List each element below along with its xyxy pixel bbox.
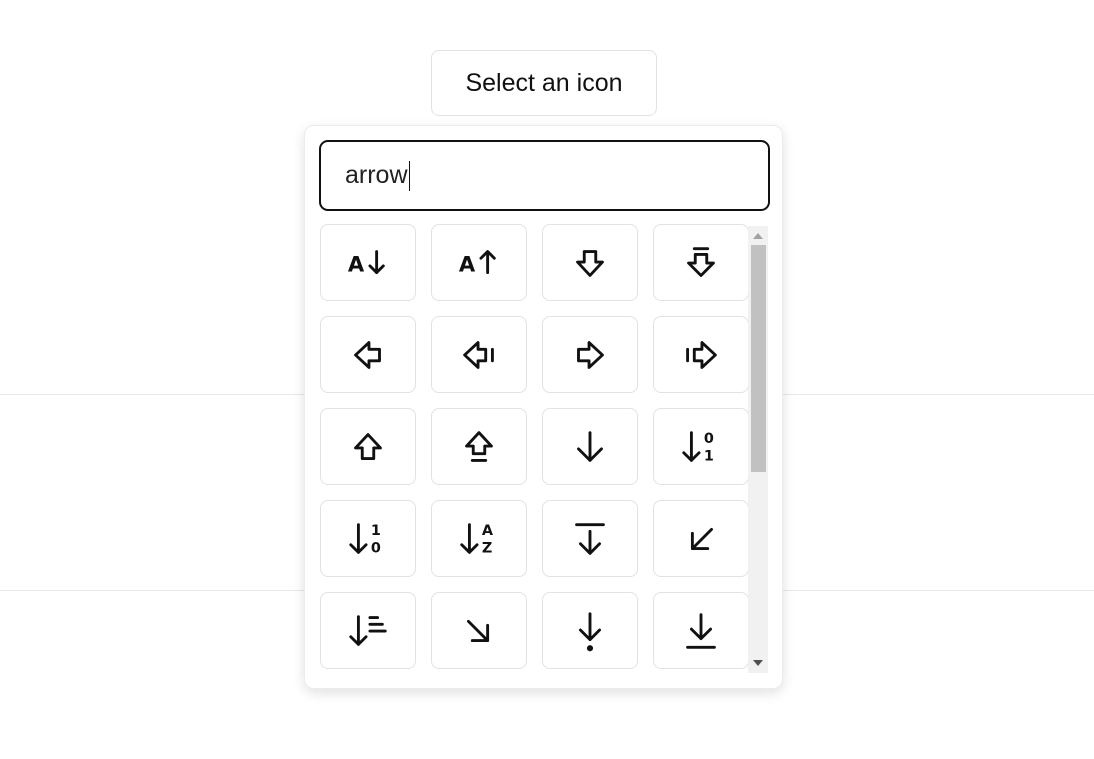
scrollbar-thumb[interactable]	[751, 245, 766, 472]
arrow-down-to-dot-icon-option[interactable]	[542, 592, 638, 669]
icon-grid: A A 0 1 1 0 A Z	[320, 224, 748, 671]
arrow-big-left-icon	[354, 340, 381, 369]
arrow-big-right-icon-option[interactable]	[542, 316, 638, 393]
arrow-big-right-icon	[577, 340, 604, 369]
arrow-big-up-line-icon	[465, 430, 493, 462]
letter-a: A	[459, 251, 476, 276]
arrow-down-a-z-icon-option[interactable]: A Z	[431, 500, 527, 577]
arrow-big-left-icon-option[interactable]	[320, 316, 416, 393]
arrow-big-down-icon-option[interactable]	[542, 224, 638, 301]
arrow-big-down-icon	[576, 249, 604, 277]
arrow-big-right-line-icon-option[interactable]	[653, 316, 748, 393]
search-input-value: arrow	[345, 161, 408, 189]
arrow-big-up-icon	[354, 432, 382, 460]
arrow-down-wide-narrow-icon	[349, 614, 387, 646]
arrow-big-down-line-icon	[687, 246, 715, 277]
arrow-big-left-line-icon	[463, 340, 494, 369]
digit-one: 1	[704, 448, 714, 464]
arrow-down-1-0-icon-option[interactable]: 1 0	[320, 500, 416, 577]
arrow-down-wide-narrow-icon-option[interactable]	[320, 592, 416, 669]
arrow-down-icon-option[interactable]	[542, 408, 638, 485]
letter-a: A	[348, 251, 365, 276]
select-icon-button[interactable]: Select an icon	[431, 50, 657, 116]
digit-one: 1	[371, 523, 381, 539]
arrow-down-to-line-icon	[686, 612, 716, 649]
arrow-down-1-0-icon: 1 0	[349, 523, 381, 556]
arrow-down-left-icon	[690, 527, 713, 550]
arrow-down-0-1-icon-option[interactable]: 0 1	[653, 408, 748, 485]
letter-a: A	[482, 523, 494, 539]
digit-zero: 0	[371, 540, 381, 556]
arrow-big-up-icon-option[interactable]	[320, 408, 416, 485]
arrow-up-a-icon: A	[459, 249, 496, 276]
letter-z: Z	[482, 540, 492, 556]
arrow-down-from-line-icon-option[interactable]	[542, 500, 638, 577]
arrow-big-right-line-icon	[686, 340, 717, 369]
scroll-down-arrow-icon[interactable]	[753, 660, 763, 666]
arrow-down-a-z-icon: A Z	[460, 523, 494, 556]
text-caret	[408, 160, 410, 191]
arrow-down-a-icon: A	[348, 249, 385, 276]
arrow-down-right-icon-option[interactable]	[431, 592, 527, 669]
vertical-scrollbar[interactable]	[748, 226, 768, 673]
arrow-down-icon	[577, 430, 603, 462]
arrow-down-left-icon-option[interactable]	[653, 500, 748, 577]
arrow-big-down-line-icon-option[interactable]	[653, 224, 748, 301]
arrow-down-to-line-icon-option[interactable]	[653, 592, 748, 669]
digit-zero: 0	[704, 431, 714, 447]
arrow-down-a-icon-option[interactable]: A	[320, 224, 416, 301]
arrow-down-right-icon	[467, 619, 490, 642]
arrow-down-to-dot-icon	[578, 611, 602, 651]
icon-picker-popover: arrow A A 0 1 1 0 A Z	[304, 125, 783, 689]
arrow-big-left-line-icon-option[interactable]	[431, 316, 527, 393]
arrow-down-from-line-icon	[575, 522, 605, 555]
arrow-up-a-icon-option[interactable]: A	[431, 224, 527, 301]
scroll-up-arrow-icon[interactable]	[753, 233, 763, 239]
icon-search-input[interactable]: arrow	[319, 140, 770, 211]
arrow-down-0-1-icon: 0 1	[682, 431, 714, 464]
arrow-big-up-line-icon-option[interactable]	[431, 408, 527, 485]
